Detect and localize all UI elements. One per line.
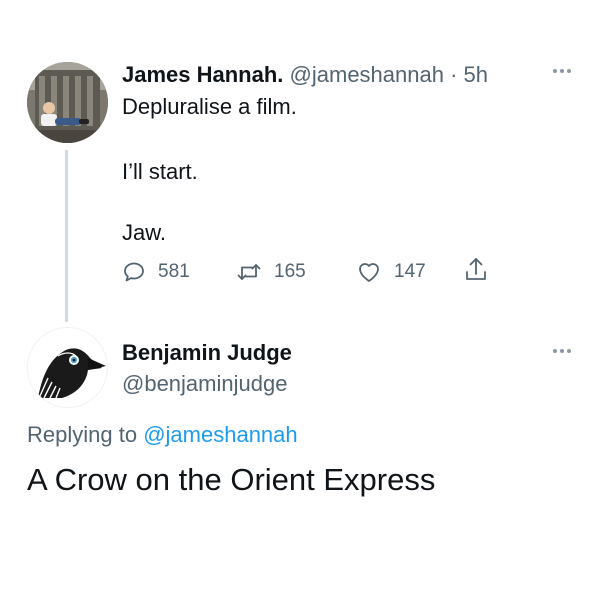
tweet-text-line-1: Depluralise a film.: [122, 94, 297, 119]
reply-author-handle[interactable]: @benjaminjudge: [122, 369, 287, 399]
retweet-button[interactable]: 165: [236, 257, 306, 287]
author-name[interactable]: James Hannah.: [122, 62, 283, 87]
share-icon: [463, 256, 489, 284]
tweet-header: James Hannah. @jameshannah · 5h: [122, 60, 488, 90]
thread-line: [65, 150, 68, 322]
share-button[interactable]: [463, 255, 489, 285]
reply-text: A Crow on the Orient Express: [27, 462, 436, 497]
author-handle[interactable]: @jameshannah: [290, 62, 444, 87]
tweet-text-line-3: Jaw.: [122, 220, 167, 245]
more-icon[interactable]: [548, 66, 576, 76]
reply-author-name[interactable]: Benjamin Judge: [122, 338, 292, 368]
user-avatar[interactable]: [27, 62, 108, 143]
retweet-icon: [236, 260, 262, 284]
like-button[interactable]: 147: [356, 257, 426, 287]
crow-avatar[interactable]: [27, 327, 108, 408]
tweet-text-line-2: I’ll start.: [122, 159, 198, 184]
tweet-time[interactable]: 5h: [464, 62, 488, 87]
reply-button[interactable]: 581: [122, 257, 190, 287]
heart-icon: [356, 260, 382, 284]
replying-handle-link[interactable]: @jameshannah: [143, 422, 297, 447]
more-icon[interactable]: [548, 346, 576, 356]
like-count: 147: [394, 261, 426, 282]
reply-icon: [122, 260, 146, 284]
retweet-count: 165: [274, 261, 306, 282]
reply-count: 581: [158, 261, 190, 282]
replying-prefix: Replying to: [27, 422, 138, 447]
replying-to: Replying to @jameshannah: [27, 420, 298, 450]
